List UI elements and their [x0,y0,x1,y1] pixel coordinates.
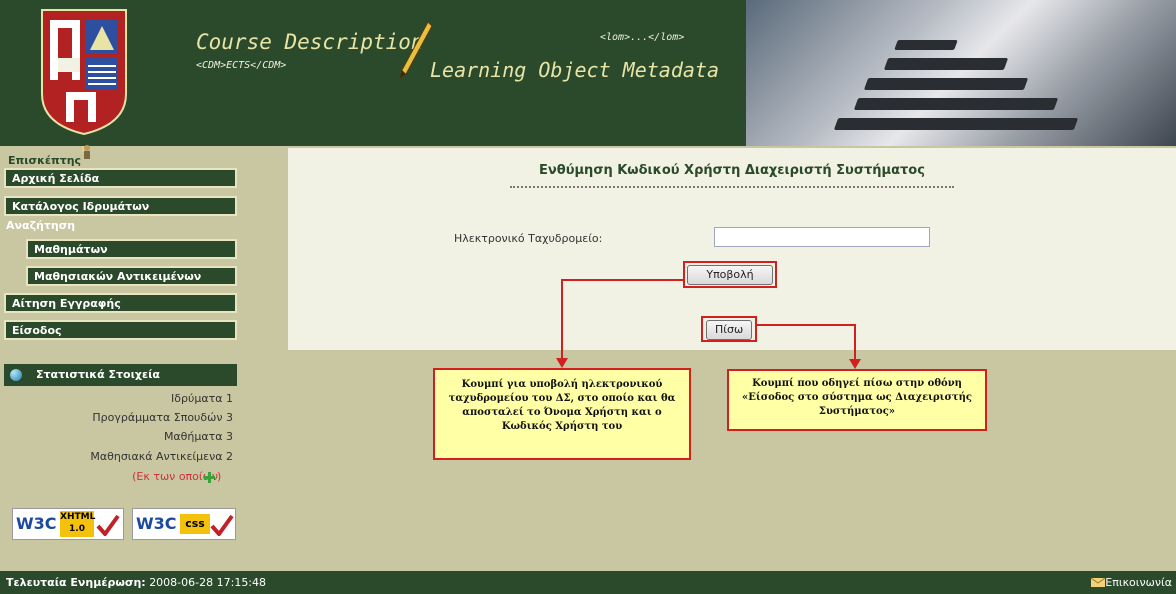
footer: Τελευταία Ενημέρωση: 2008-06-28 17:15:48… [0,571,1176,594]
submit-callout: Κουμπί για υποβολή ηλεκτρονικού ταχυδρομ… [433,368,691,460]
contact-label: Επικοινωνία [1105,576,1172,589]
callout-connectors [556,279,861,369]
back-callout: Κουμπί που οδηγεί πίσω στην οθόνη «Είσοδ… [727,369,987,431]
last-update-label: Τελευταία Ενημέρωση: [6,576,146,589]
last-update-value: 2008-06-28 17:15:48 [149,576,267,589]
contact-link[interactable]: Επικοινωνία [1090,571,1172,594]
last-update: Τελευταία Ενημέρωση: 2008-06-28 17:15:48 [6,571,266,594]
envelope-icon [1090,577,1106,587]
